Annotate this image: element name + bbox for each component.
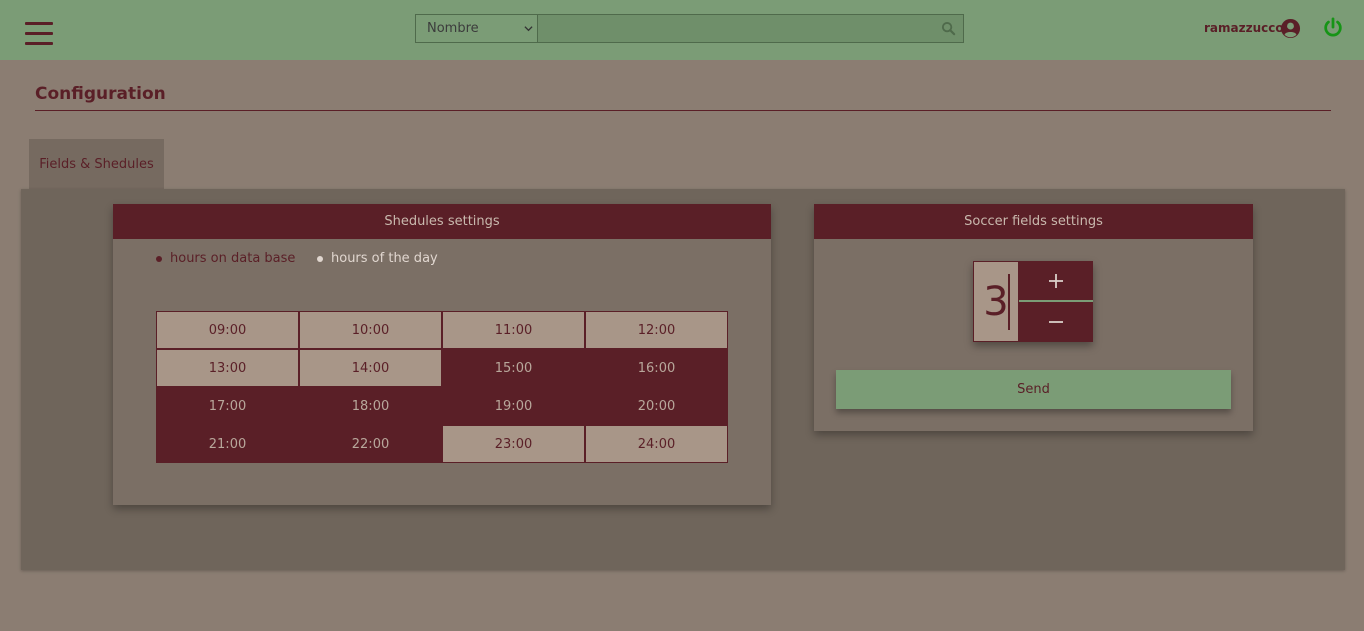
- hour-slot[interactable]: 20:00: [585, 387, 728, 425]
- hour-slot[interactable]: 16:00: [585, 349, 728, 387]
- radio-hours-database[interactable]: hours on data base: [156, 251, 317, 266]
- page-title: Configuration: [35, 84, 166, 104]
- hamburger-icon[interactable]: [25, 22, 53, 46]
- fields-count-input[interactable]: 3: [973, 261, 1019, 342]
- tab-fields-schedules[interactable]: Fields & Shedules: [29, 139, 164, 189]
- power-icon[interactable]: [1322, 17, 1344, 39]
- schedules-card-title: Shedules settings: [113, 204, 771, 239]
- soccer-fields-card-title: Soccer fields settings: [814, 204, 1253, 239]
- search-filter-select[interactable]: Nombre: [416, 15, 538, 42]
- hour-slot[interactable]: 14:00: [299, 349, 442, 387]
- hour-slot[interactable]: 17:00: [156, 387, 299, 425]
- search-filter-value: Nombre: [427, 21, 479, 36]
- hours-grid: 09:00 10:00 11:00 12:00 13:00 14:00 15:00 16:00…: [156, 311, 728, 463]
- hour-slot[interactable]: 15:00: [442, 349, 585, 387]
- hour-slot[interactable]: 23:00: [442, 425, 585, 463]
- hour-slot[interactable]: 19:00: [442, 387, 585, 425]
- fields-count-value: 3: [983, 278, 1009, 325]
- search-input[interactable]: [538, 15, 963, 42]
- plus-icon: [1049, 273, 1063, 288]
- schedules-card: Shedules settings hours on data base hou…: [113, 204, 771, 505]
- hour-slot[interactable]: 13:00: [156, 349, 299, 387]
- send-button[interactable]: Send: [836, 370, 1231, 409]
- hour-slot[interactable]: 09:00: [156, 311, 299, 349]
- radio-hours-database-label: hours on data base: [170, 251, 296, 266]
- user-circle-icon[interactable]: [1280, 18, 1301, 39]
- hour-slot[interactable]: 24:00: [585, 425, 728, 463]
- user-name[interactable]: ramazzucco: [1204, 21, 1284, 35]
- hours-source-radio-group: hours on data base hours of the day: [156, 251, 438, 266]
- text-caret: [1008, 274, 1010, 330]
- increment-button[interactable]: [1019, 261, 1093, 300]
- title-divider: [35, 110, 1331, 111]
- radio-dot-icon: [317, 255, 323, 262]
- hour-slot[interactable]: 10:00: [299, 311, 442, 349]
- soccer-fields-card: Soccer fields settings 3 Send: [814, 204, 1253, 431]
- search-icon[interactable]: [941, 21, 956, 36]
- hour-slot[interactable]: 18:00: [299, 387, 442, 425]
- hour-slot[interactable]: 11:00: [442, 311, 585, 349]
- radio-hours-day-label: hours of the day: [331, 251, 438, 266]
- search-bar: Nombre: [415, 14, 964, 43]
- minus-icon: [1049, 321, 1063, 323]
- hour-slot[interactable]: 22:00: [299, 425, 442, 463]
- chevron-down-icon: [524, 26, 533, 32]
- radio-hours-day[interactable]: hours of the day: [317, 251, 438, 266]
- top-bar: Nombre ramazzucco: [0, 0, 1364, 60]
- decrement-button[interactable]: [1019, 302, 1093, 342]
- radio-dot-icon: [156, 255, 162, 262]
- hour-slot[interactable]: 12:00: [585, 311, 728, 349]
- hour-slot[interactable]: 21:00: [156, 425, 299, 463]
- fields-count-stepper: 3: [973, 261, 1093, 342]
